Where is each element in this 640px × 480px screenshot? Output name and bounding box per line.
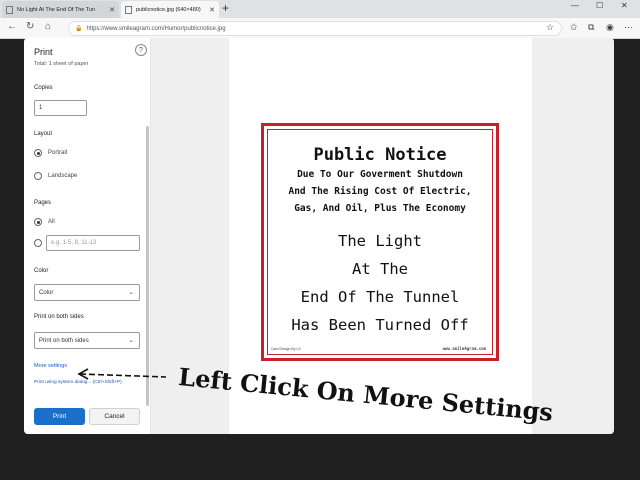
public-notice-card: Public Notice Due To Our Goverment Shutd… [261, 123, 499, 361]
cancel-button[interactable]: Cancel [89, 408, 140, 425]
close-icon[interactable]: ✕ [209, 6, 215, 14]
pages-custom-radio[interactable] [34, 239, 42, 247]
pages-all-label: All [48, 219, 55, 225]
collections-icon[interactable]: ⧉ [588, 22, 594, 33]
star-icon[interactable]: ☆ [546, 22, 554, 33]
profile-icon[interactable]: ◉ [606, 22, 614, 33]
new-tab-icon[interactable]: + [222, 1, 229, 15]
url-field[interactable]: 🔒 https://www.smileagram.com/Humor/publi… [68, 21, 562, 36]
tab-title: No Light At The End Of The Tun [17, 6, 96, 13]
tab-bar: No Light At The End Of The Tun ✕ publicn… [0, 0, 640, 18]
portrait-label: Portrait [48, 150, 68, 156]
pages-label: Pages [34, 200, 52, 206]
notice-heading: Public Notice [313, 145, 447, 165]
notice-website: www.smileAgram.com [442, 346, 486, 351]
panel-scrollbar[interactable] [146, 126, 149, 406]
more-icon[interactable]: ⋯ [624, 22, 633, 33]
duplex-label: Print on both sides [34, 314, 84, 320]
back-icon[interactable]: ← [7, 21, 17, 32]
duplex-value: Print on both sides [39, 337, 89, 344]
duplex-select[interactable]: Print on both sides ⌄ [34, 332, 140, 349]
page-icon [6, 5, 13, 14]
refresh-icon[interactable]: ↻ [26, 21, 34, 32]
lock-icon: 🔒 [75, 26, 83, 32]
maximize-icon[interactable]: ☐ [596, 1, 603, 10]
help-icon[interactable]: ? [135, 44, 147, 56]
layout-label: Layout [34, 131, 53, 137]
chevron-down-icon: ⌄ [128, 337, 134, 344]
address-bar: ← ↻ ⌂ 🔒 https://www.smileagram.com/Humor… [0, 18, 640, 39]
browser-tab-2[interactable]: publicnotice.jpg (640×480) ✕ [121, 1, 219, 18]
notice-sub-line: Due To Our Goverment Shutdown [297, 169, 463, 180]
color-select[interactable]: Color ⌄ [34, 284, 140, 301]
print-button[interactable]: Print [34, 408, 85, 425]
notice-credit: Card Design By LS [271, 347, 301, 351]
url-text: https://www.smileagram.com/Humor/publicn… [86, 25, 226, 32]
annotation-arrow [77, 368, 167, 380]
minimize-icon[interactable]: — [571, 1, 579, 10]
notice-big-line: The Light [338, 232, 422, 250]
notice-big-line: Has Been Turned Off [291, 316, 469, 334]
notice-inner-border: Public Notice Due To Our Goverment Shutd… [267, 129, 493, 355]
portrait-radio[interactable] [34, 149, 42, 157]
landscape-label: Landscape [48, 173, 78, 179]
page-icon [125, 5, 132, 14]
pages-all-radio[interactable] [34, 218, 42, 226]
tab-title: publicnotice.jpg (640×480) [136, 6, 201, 13]
sheet-count: Total: 1 sheet of paper [34, 61, 89, 67]
notice-sub-line: And The Rising Cost Of Electric, [288, 186, 472, 197]
close-icon[interactable]: ✕ [109, 6, 115, 14]
home-icon[interactable]: ⌂ [45, 21, 51, 32]
print-title: Print [34, 47, 53, 57]
page-range-input[interactable]: e.g. 1-5, 8, 11-13 [46, 235, 140, 251]
color-value: Color [39, 289, 54, 296]
copies-input[interactable]: 1 [34, 100, 87, 116]
browser-tab-1[interactable]: No Light At The End Of The Tun ✕ [2, 1, 119, 18]
more-settings-link[interactable]: More settings [34, 363, 67, 369]
arrow-shaft [79, 373, 167, 378]
chevron-down-icon: ⌄ [128, 289, 134, 296]
notice-sub-line: Gas, And Oil, Plus The Economy [294, 203, 466, 214]
notice-big-line: End Of The Tunnel [300, 288, 460, 306]
landscape-radio[interactable] [34, 172, 42, 180]
color-label: Color [34, 268, 49, 274]
window-close-icon[interactable]: ✕ [621, 1, 628, 10]
favorites-icon[interactable]: ✩ [570, 22, 578, 33]
notice-big-line: At The [352, 260, 408, 278]
copies-label: Copies [34, 85, 53, 91]
